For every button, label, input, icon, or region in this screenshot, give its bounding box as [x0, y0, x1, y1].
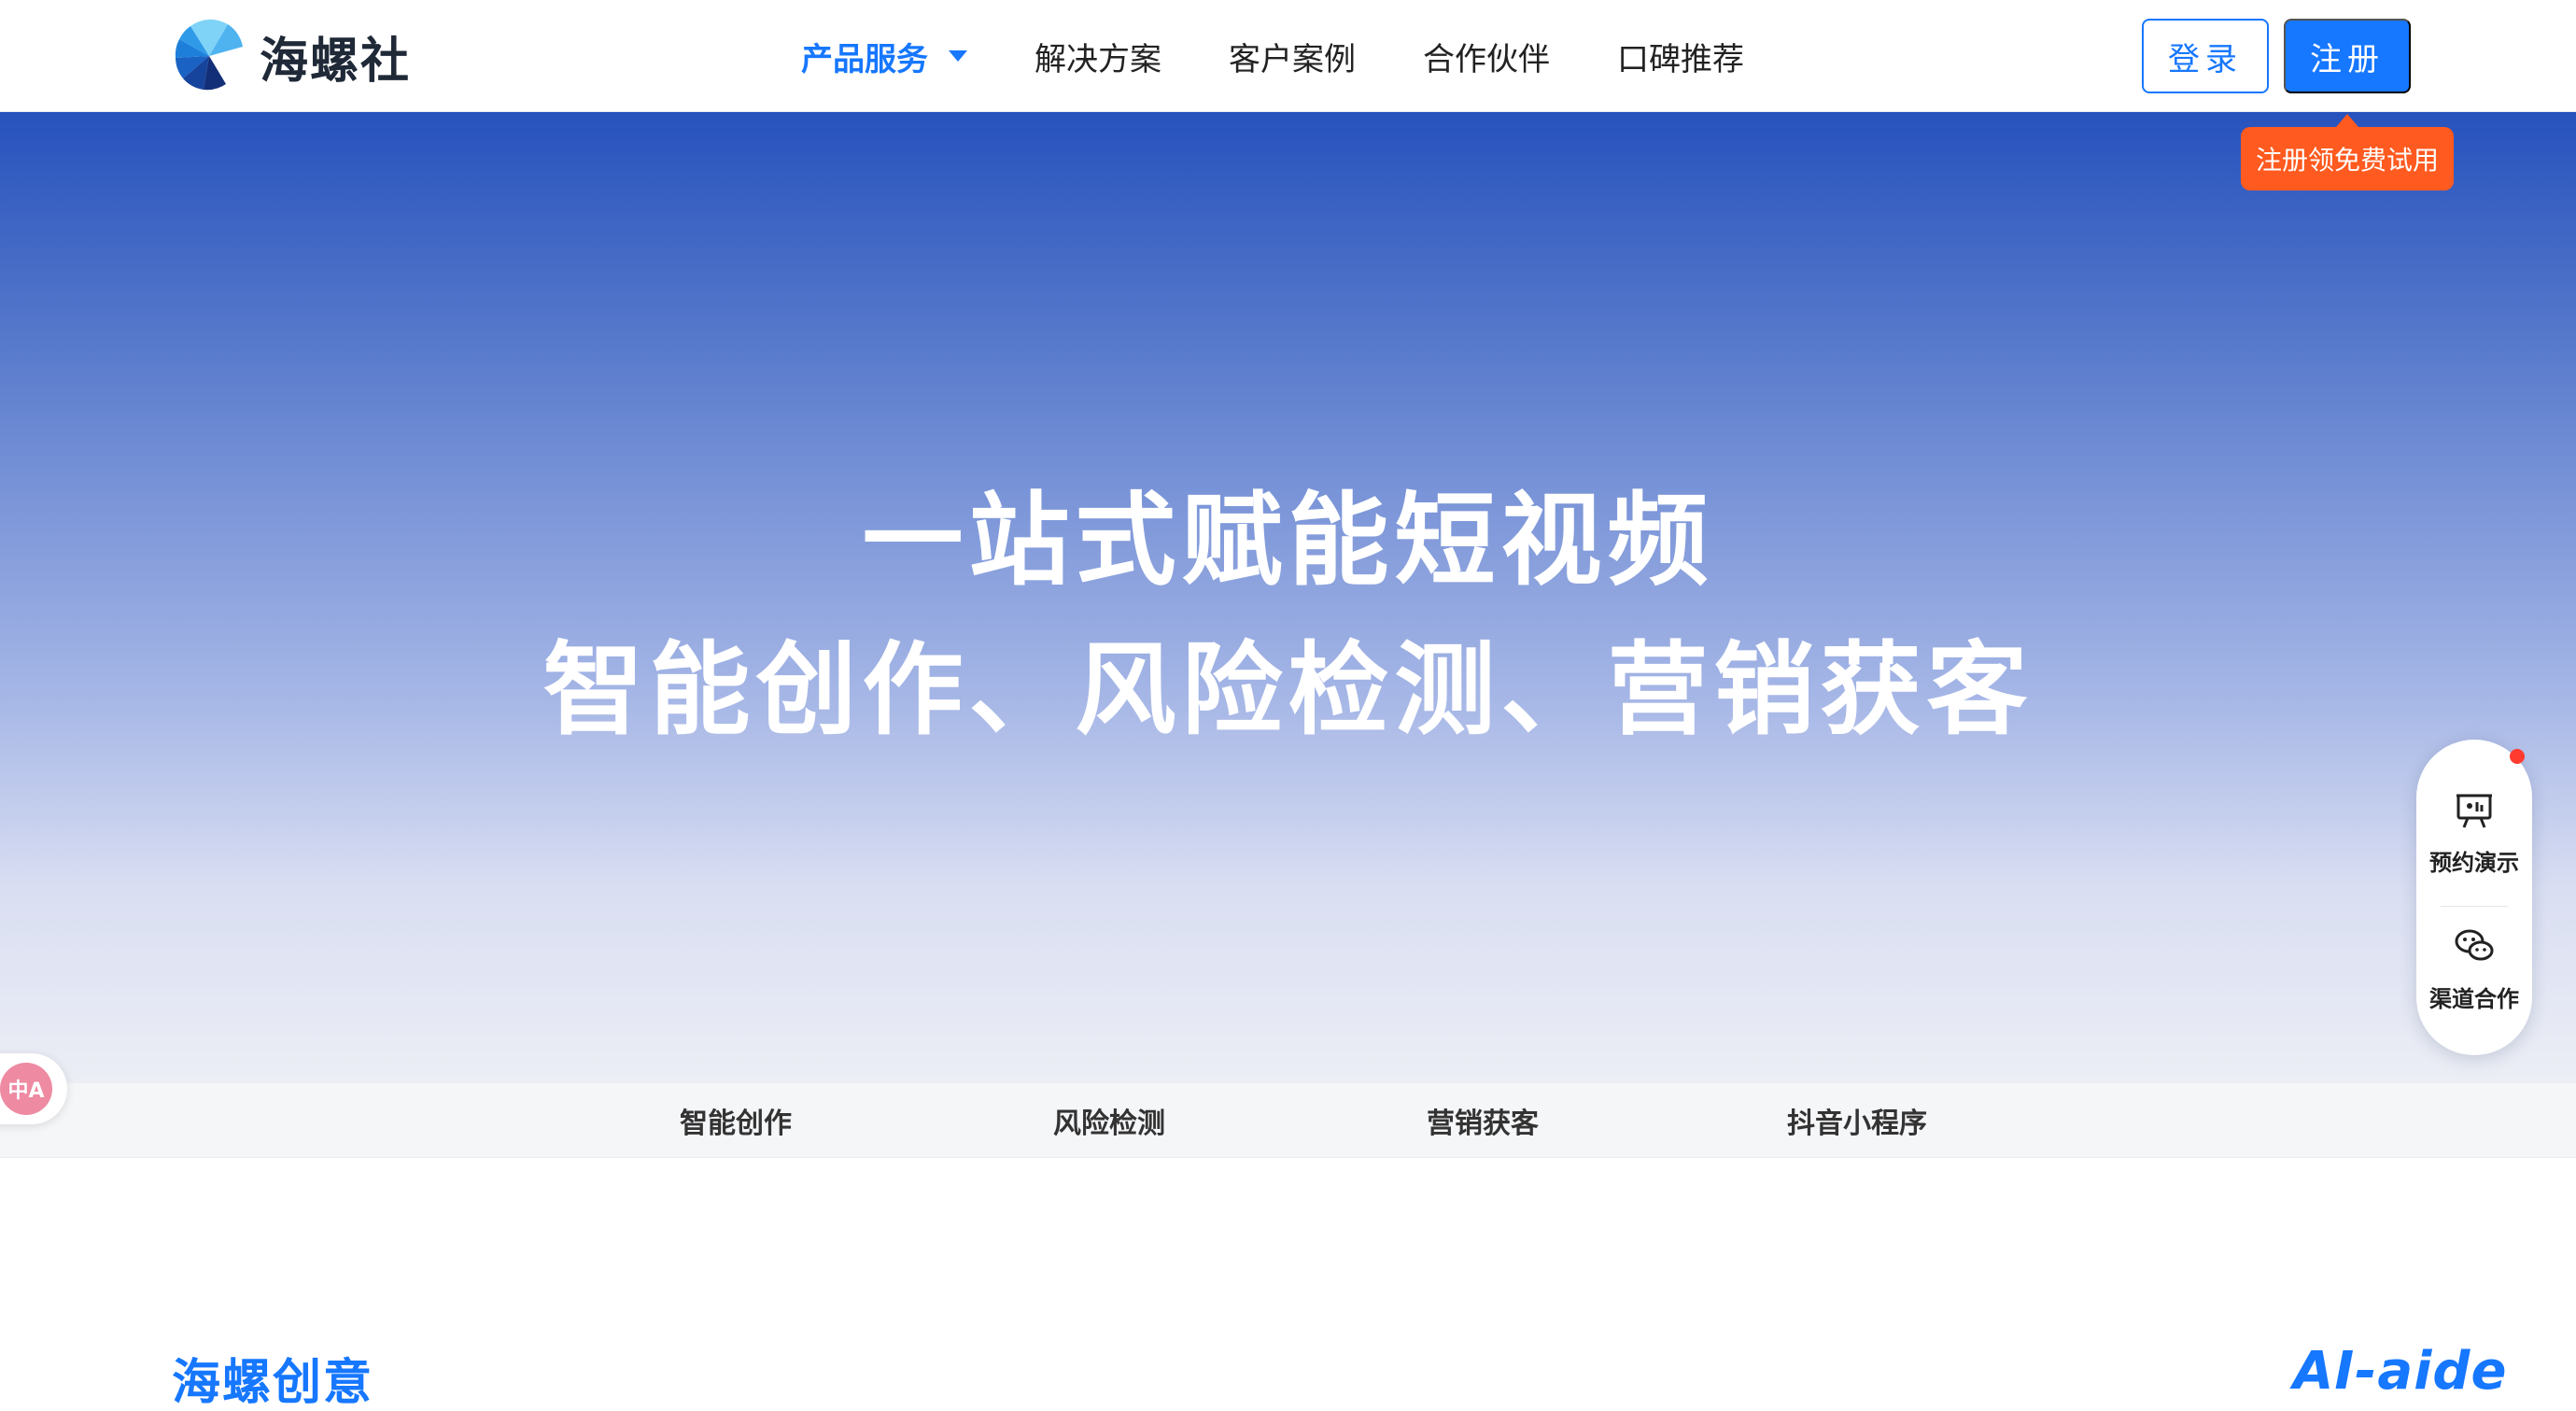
side-item-label: 预约演示: [2429, 850, 2519, 876]
nav-item-products[interactable]: 产品服务: [801, 34, 967, 79]
nav-item-label: 解决方案: [1035, 40, 1161, 78]
nav-item-cases[interactable]: 客户案例: [1229, 34, 1356, 79]
hero-banner: 一站式赋能短视频 智能创作、风险检测、营销获客: [0, 112, 2576, 1083]
channel-cooperation-button[interactable]: 渠道合作: [2416, 924, 2532, 1013]
tab-marketing[interactable]: 营销获客: [1427, 1083, 1539, 1158]
book-demo-button[interactable]: 预约演示: [2416, 788, 2532, 877]
login-button[interactable]: 登录: [2142, 19, 2269, 93]
product-tabs: 智能创作 风险检测 营销获客 抖音小程序: [0, 1083, 2576, 1158]
hero-title: 一站式赋能短视频: [862, 483, 1714, 600]
nav-item-solutions[interactable]: 解决方案: [1035, 34, 1161, 79]
tab-risk-detection[interactable]: 风险检测: [1053, 1083, 1165, 1158]
nav-item-label: 口碑推荐: [1617, 40, 1744, 78]
page: 海螺社 产品服务 解决方案 客户案例 合作伙伴 口碑推荐 登录 注册 注册领免费…: [0, 0, 2576, 1411]
top-header: 海螺社 产品服务 解决方案 客户案例 合作伙伴 口碑推荐 登录 注册: [0, 0, 2576, 112]
translate-icon: 中A: [0, 1063, 52, 1115]
nav-item-label: 产品服务: [801, 40, 928, 78]
hero-subtitle: 智能创作、风险检测、营销获客: [542, 632, 2034, 749]
nav-item-reviews[interactable]: 口碑推荐: [1617, 34, 1744, 79]
side-item-label: 渠道合作: [2429, 986, 2519, 1012]
chevron-down-icon: [949, 50, 967, 62]
logo-text: 海螺社: [260, 33, 412, 90]
tab-creation[interactable]: 智能创作: [680, 1083, 792, 1158]
presentation-icon: [2456, 794, 2492, 828]
divider: [2441, 906, 2508, 907]
logo-shell-icon: [175, 19, 243, 91]
floating-contact-panel: 预约演示 渠道合作: [2416, 740, 2532, 1055]
nav-item-label: 客户案例: [1229, 40, 1356, 78]
main-nav: 产品服务 解决方案 客户案例 合作伙伴 口碑推荐: [801, 0, 1811, 112]
logo[interactable]: 海螺社: [172, 19, 411, 93]
nav-item-label: 合作伙伴: [1423, 40, 1550, 78]
register-button[interactable]: 注册: [2284, 19, 2411, 93]
free-trial-tooltip[interactable]: 注册领免费试用: [2241, 114, 2454, 190]
ai-aide-logo: AI-aide: [2293, 1341, 2508, 1402]
tab-mini-program[interactable]: 抖音小程序: [1787, 1083, 1927, 1158]
nav-item-partners[interactable]: 合作伙伴: [1423, 34, 1550, 79]
wechat-icon: [2455, 929, 2494, 961]
notification-dot: [2510, 749, 2525, 764]
section-title: 海螺创意: [172, 1355, 374, 1411]
